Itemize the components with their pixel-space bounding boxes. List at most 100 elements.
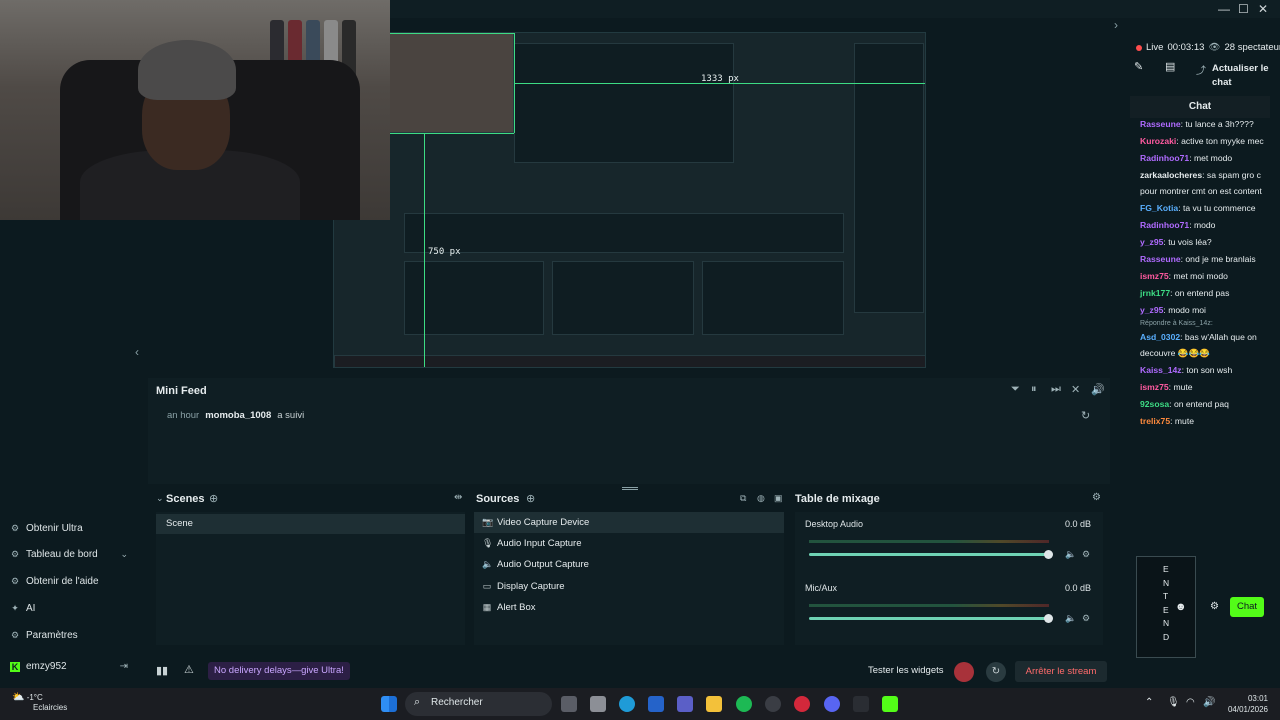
wifi-icon[interactable]: ◠ <box>1186 697 1195 708</box>
store-icon[interactable] <box>648 696 664 712</box>
volume-icon[interactable]: 🔊 <box>1091 383 1105 396</box>
chat-username[interactable]: y_z95 <box>1140 305 1163 315</box>
edge-icon[interactable] <box>619 696 635 712</box>
chat-settings-icon[interactable]: ⚙ <box>1210 601 1219 612</box>
chat-text: on entend pas <box>1174 288 1230 298</box>
stop-stream-button[interactable]: Arrêter le stream <box>1015 661 1107 682</box>
add-scene-icon[interactable]: ⊕ <box>209 492 218 505</box>
chat-username[interactable]: Asd_0302 <box>1140 332 1180 342</box>
skip-icon[interactable]: ⏭ <box>1051 383 1061 396</box>
chevron-down-icon[interactable]: ⌄ <box>120 549 128 560</box>
channel-settings-icon[interactable]: ⚙ <box>1082 549 1090 560</box>
test-widgets-button[interactable]: Tester les widgets <box>868 665 944 676</box>
discord-icon[interactable] <box>824 696 840 712</box>
chat-username[interactable]: ismz75 <box>1140 271 1169 281</box>
stats-icon[interactable]: ▮▮ <box>156 664 168 677</box>
volume-icon[interactable]: 🔊 <box>1203 697 1215 708</box>
chat-username[interactable]: Rasseune <box>1140 119 1181 129</box>
feed-event-user[interactable]: momoba_1008 <box>205 410 271 421</box>
chat-message: jrnk177: on entend pas <box>1140 285 1265 301</box>
mixer-settings-icon[interactable]: ⚙ <box>1092 492 1101 503</box>
teams-icon[interactable] <box>677 696 693 712</box>
nav-get-ultra[interactable]: ⚙ Obtenir Ultra <box>10 523 83 534</box>
mute-icon[interactable]: 🔈 <box>1065 549 1076 560</box>
edit-icon[interactable]: ✎ <box>1134 60 1143 73</box>
nav-dashboard[interactable]: ⚙ Tableau de bord ⌄ <box>10 549 128 560</box>
app-icon[interactable] <box>590 696 606 712</box>
collapse-left-icon[interactable]: ‹ <box>135 345 139 359</box>
mute-alerts-icon[interactable]: ✕ <box>1071 383 1080 396</box>
source-visibility-icon[interactable]: ◍ <box>757 493 765 504</box>
kick-studio-icon[interactable] <box>882 696 898 712</box>
chat-username[interactable]: 92sosa <box>1140 399 1169 409</box>
pause-icon[interactable]: ⏸ <box>1031 383 1037 396</box>
chat-username[interactable]: Kaiss_14z <box>1140 365 1182 375</box>
capcut-icon[interactable] <box>853 696 869 712</box>
scene-item[interactable]: Scene <box>156 514 465 534</box>
emoji-icon[interactable]: ☻ <box>1175 601 1187 613</box>
logout-icon[interactable]: ⇥ <box>120 661 128 672</box>
chat-username[interactable]: Rasseune <box>1140 254 1181 264</box>
ultra-banner[interactable]: No delivery delays—give Ultra! <box>208 662 350 680</box>
expand-right-icon[interactable]: › <box>1114 18 1118 32</box>
volume-slider[interactable] <box>809 617 1049 620</box>
source-item[interactable]: ▦ Alert Box <box>482 597 536 617</box>
nav-help[interactable]: ⚙ Obtenir de l'aide <box>10 576 99 587</box>
replay-buffer-button[interactable]: ↻ <box>986 662 1006 682</box>
chat-username[interactable]: jrnk177 <box>1140 288 1170 298</box>
share-icon[interactable]: ⤴ <box>1196 62 1206 77</box>
tray-chevron-icon[interactable]: ⌃ <box>1145 697 1153 708</box>
volume-slider[interactable] <box>809 553 1049 556</box>
chat-input[interactable]: ENTEND <box>1136 556 1196 658</box>
chat-send-button[interactable]: Chat <box>1230 597 1264 617</box>
scene-transition-icon[interactable]: ⇹ <box>454 492 462 503</box>
chat-username[interactable]: FG_Kotia <box>1140 203 1178 213</box>
replay-icon[interactable]: ↻ <box>1081 409 1090 422</box>
source-folder-icon[interactable]: ▣ <box>774 493 783 504</box>
clock[interactable]: 03:01 04/01/2026 <box>1225 693 1268 715</box>
source-item[interactable]: 🎙 Audio Input Capture <box>482 533 582 553</box>
chat-username[interactable]: Kurozaki <box>1140 136 1176 146</box>
volume-knob[interactable] <box>1044 550 1053 559</box>
chat-username[interactable]: Radinhoo71 <box>1140 220 1189 230</box>
spotify-icon[interactable] <box>736 696 752 712</box>
mini-feed-panel: Mini Feed ⏷ ⏸ ⏭ ✕ 🔊 an hour momoba_1008 … <box>148 378 1110 484</box>
nav-user[interactable]: K emzy952 ⇥ <box>10 661 128 672</box>
mic-icon[interactable]: 🎙 <box>1167 697 1180 708</box>
add-source-icon[interactable]: ⊕ <box>526 492 535 505</box>
stream-preview[interactable]: 1333 px 750 px <box>333 32 926 368</box>
record-button[interactable] <box>954 662 974 682</box>
chat-username[interactable]: y_z95 <box>1140 237 1163 247</box>
alert-icon[interactable]: ⚠ <box>184 663 194 676</box>
nav-settings[interactable]: ⚙ Paramètres <box>10 630 78 641</box>
weather-widget[interactable]: ⛅ -1°C Eclaircies <box>12 693 67 713</box>
taskbar-search[interactable]: ⌕ Rechercher <box>405 692 552 716</box>
source-item[interactable]: 🔈 Audio Output Capture <box>482 554 589 574</box>
chatgpt-icon[interactable] <box>765 696 781 712</box>
source-item[interactable]: 📷 Video Capture Device <box>482 512 589 532</box>
close-icon[interactable]: ✕ <box>1258 2 1268 16</box>
nav-ai[interactable]: ✦ AI <box>10 603 35 614</box>
task-view-icon[interactable] <box>561 696 577 712</box>
nav-label: AI <box>26 603 36 614</box>
file-explorer-icon[interactable] <box>706 696 722 712</box>
chat-username[interactable]: zarkaalocheres <box>1140 170 1202 180</box>
drag-handle[interactable] <box>622 487 638 490</box>
minimize-icon[interactable]: — <box>1218 2 1230 16</box>
source-label: Audio Output Capture <box>497 558 589 570</box>
source-item[interactable]: ▭ Display Capture <box>482 576 565 596</box>
chat-username[interactable]: ismz75 <box>1140 382 1169 392</box>
filter-icon[interactable]: ⏷ <box>1011 383 1020 396</box>
channel-settings-icon[interactable]: ⚙ <box>1082 613 1090 624</box>
refresh-chat-button[interactable]: Actualiser le chat <box>1212 62 1272 90</box>
chat-username[interactable]: Radinhoo71 <box>1140 153 1189 163</box>
collapse-scenes-icon[interactable]: ⌄ <box>156 493 164 504</box>
maximize-icon[interactable]: ☐ <box>1238 2 1249 16</box>
notes-icon[interactable]: ▤ <box>1165 60 1175 73</box>
windows-start-icon[interactable] <box>381 696 397 712</box>
opera-icon[interactable] <box>794 696 810 712</box>
chat-username[interactable]: trelix75 <box>1140 416 1170 426</box>
source-layout-icon[interactable]: ⧉ <box>740 493 746 504</box>
mute-icon[interactable]: 🔈 <box>1065 613 1076 624</box>
volume-knob[interactable] <box>1044 614 1053 623</box>
